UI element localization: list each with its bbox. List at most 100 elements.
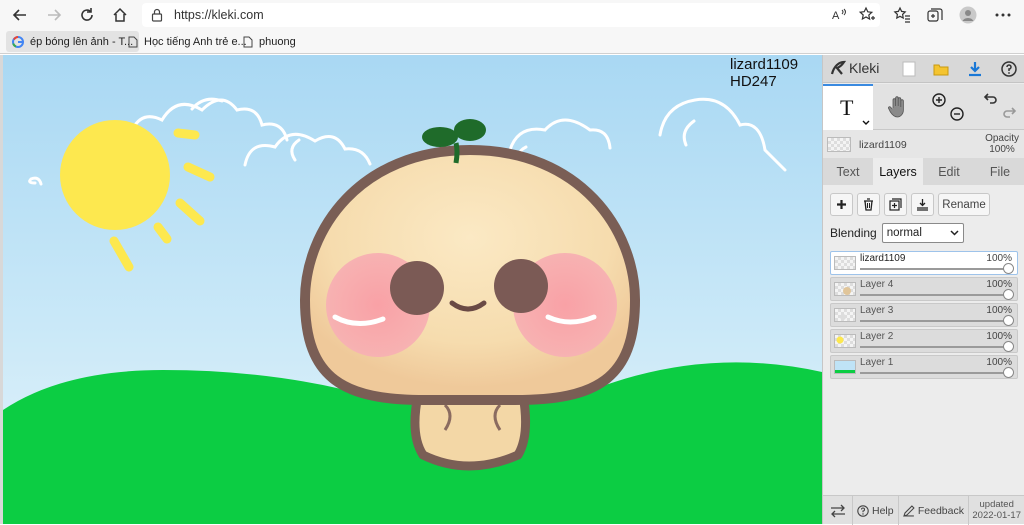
updated-label: updated (979, 499, 1014, 510)
redo-icon (1003, 107, 1017, 118)
layer-thumbnail (834, 360, 856, 374)
google-icon (12, 35, 24, 48)
opacity-label: Opacity (985, 133, 1019, 144)
canvas-artwork (0, 55, 822, 524)
undo-redo-buttons[interactable] (973, 84, 1024, 130)
download-button[interactable] (965, 59, 985, 79)
svg-text:T: T (840, 96, 854, 120)
hand-icon (888, 96, 904, 118)
layer-item-layer-1[interactable]: Layer 1 100% (830, 355, 1018, 379)
address-bar[interactable]: https://kleki.com (142, 3, 880, 27)
tool-row: T (823, 84, 1024, 130)
svg-text:A: A (832, 10, 840, 22)
kleki-logo[interactable]: Kleki (830, 60, 879, 76)
layer-actions: Rename (830, 193, 990, 217)
help-link[interactable]: Help (853, 496, 899, 525)
tab-file[interactable]: File (975, 158, 1024, 185)
text-tool-icon: T (840, 96, 854, 120)
chevron-down-icon (862, 120, 870, 125)
drawing-canvas[interactable]: lizard1109 HD247 (0, 55, 822, 524)
layer-name: Layer 4 (860, 279, 894, 290)
duplicate-layer-button[interactable] (884, 193, 907, 216)
profile-button[interactable] (958, 5, 978, 25)
merge-down-icon (917, 199, 928, 211)
feedback-icon (903, 504, 915, 517)
bookmark-label: ép bóng lên ảnh - T... (30, 35, 134, 48)
bookmark-page[interactable]: phuong (237, 31, 302, 52)
delete-layer-button[interactable] (857, 193, 880, 216)
swap-side-button[interactable] (823, 496, 853, 525)
blending-select[interactable]: normal (881, 223, 964, 243)
back-button[interactable] (9, 4, 31, 26)
tab-edit[interactable]: Edit (924, 158, 974, 185)
bookmark-page[interactable]: Học tiếng Anh trẻ e... (122, 31, 253, 52)
feedback-label: Feedback (917, 504, 964, 517)
layer-thumbnail (834, 282, 856, 296)
hand-tool-button[interactable] (873, 84, 923, 130)
layer-name: Layer 1 (860, 357, 894, 368)
bookmark-label: phuong (259, 35, 296, 48)
back-arrow-icon (12, 9, 26, 21)
collections-icon (927, 8, 943, 22)
layer-opacity-track (860, 294, 1008, 296)
kleki-side-panel: Kleki T lizard1109 Opacity 100% Text Lay… (822, 55, 1024, 525)
logo-text: Kleki (849, 60, 880, 76)
signature-tag: HD247 (730, 73, 777, 90)
rename-layer-button[interactable]: Rename (938, 193, 990, 216)
undo-icon (983, 93, 997, 104)
layer-opacity-slider[interactable] (1003, 263, 1014, 274)
text-tool-button[interactable]: T (823, 84, 873, 130)
question-circle-icon (1001, 61, 1017, 77)
zoom-buttons[interactable] (923, 84, 973, 130)
feedback-link[interactable]: Feedback (899, 496, 969, 525)
home-icon (113, 7, 127, 22)
layer-opacity-slider[interactable] (1003, 289, 1014, 300)
collections-button[interactable] (925, 5, 945, 25)
layer-thumbnail (834, 334, 856, 348)
lock-icon (151, 8, 163, 22)
plus-icon (837, 200, 846, 209)
star-plus-icon (858, 6, 875, 21)
help-icon (857, 504, 869, 517)
folder-icon (933, 64, 949, 76)
layer-opacity-slider[interactable] (1003, 367, 1014, 378)
layer-opacity-track (860, 346, 1008, 348)
layer-opacity-slider[interactable] (1003, 341, 1014, 352)
bookmark-label: Học tiếng Anh trẻ e... (144, 35, 247, 48)
refresh-button[interactable] (76, 4, 98, 26)
favorites-icon (893, 6, 910, 23)
layer-item-layer-4[interactable]: Layer 4 100% (830, 277, 1018, 301)
tab-layers[interactable]: Layers (873, 158, 923, 185)
blending-value: normal (886, 227, 922, 239)
blending-control: Blending normal (830, 223, 964, 243)
help-button[interactable] (999, 59, 1019, 79)
forward-arrow-icon (48, 9, 62, 21)
current-layer-opacity: Opacity 100% (985, 133, 1019, 155)
settings-menu-button[interactable] (993, 5, 1013, 25)
bookmarks-bar: ép bóng lên ảnh - T... Học tiếng Anh trẻ… (0, 30, 1024, 54)
panel-header: Kleki (823, 55, 1024, 83)
url-text: https://kleki.com (174, 8, 264, 22)
trash-icon (864, 198, 873, 211)
layer-item-layer-3[interactable]: Layer 3 100% (830, 303, 1018, 327)
layer-opacity-slider[interactable] (1003, 315, 1014, 326)
read-aloud-button[interactable]: A (830, 5, 850, 25)
more-options-icon (995, 13, 1011, 17)
page-icon (128, 36, 138, 47)
bookmark-google[interactable]: ép bóng lên ảnh - T... (6, 31, 140, 52)
merge-layer-button[interactable] (911, 193, 934, 216)
artist-signature: lizard1109 HD247 (730, 56, 798, 90)
current-layer-name: lizard1109 (859, 139, 907, 151)
layer-thumbnail (834, 308, 856, 322)
home-button[interactable] (109, 4, 131, 26)
forward-button[interactable] (43, 4, 65, 26)
add-favorite-button[interactable] (857, 5, 877, 25)
new-image-button[interactable] (899, 59, 919, 79)
open-image-button[interactable] (931, 59, 951, 79)
tab-text[interactable]: Text (823, 158, 873, 185)
favorites-button[interactable] (892, 5, 912, 25)
layer-item-lizard1109[interactable]: lizard1109 100% (830, 251, 1018, 275)
layer-item-layer-2[interactable]: Layer 2 100% (830, 329, 1018, 353)
panel-tabs: Text Layers Edit File (823, 158, 1024, 185)
add-layer-button[interactable] (830, 193, 853, 216)
